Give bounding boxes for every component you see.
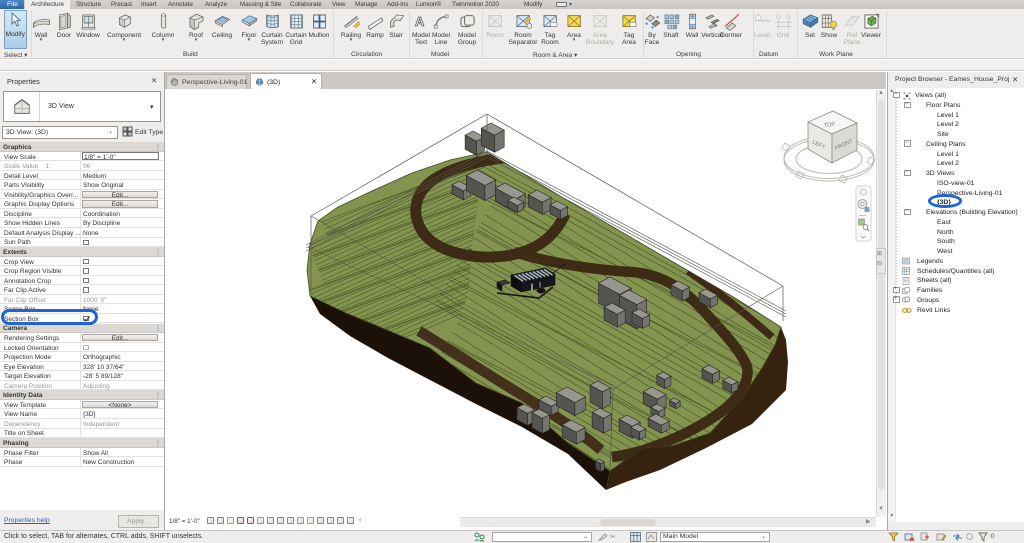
svg-text:TOP: TOP (824, 122, 836, 129)
svg-text:A: A (414, 14, 424, 29)
